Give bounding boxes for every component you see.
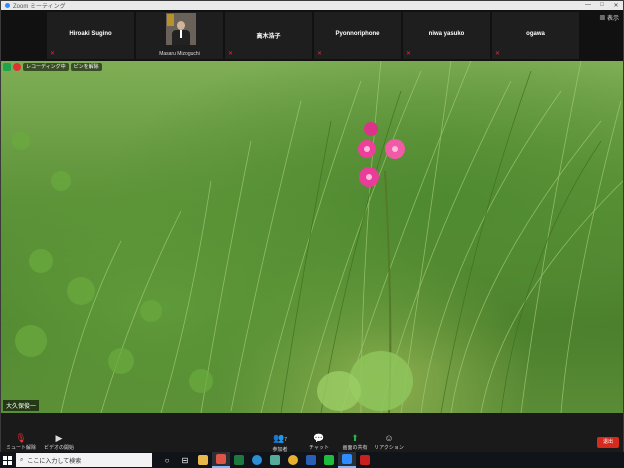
reactions-button[interactable]: ☺ リアクション (369, 433, 409, 451)
file-explorer-icon[interactable] (194, 452, 212, 468)
participant-tile[interactable]: 高木浩子 ✕ (225, 12, 312, 59)
meeting-toolbar: 🎙 ミュート解除 ▶ ビデオの開始 👥7 参加者 💬 チャット ⬆ 画面の共有 … (1, 413, 623, 453)
participant-tile[interactable]: niwa yasuko ✕ (403, 12, 490, 59)
recording-status: レコーディング中 (23, 63, 69, 71)
participant-name: Pyonnoriphone (335, 31, 380, 37)
chat-icon: 💬 (313, 433, 325, 443)
zoom-taskbar-icon[interactable] (338, 452, 356, 468)
video-off-icon: ▶ (55, 433, 63, 443)
leave-button[interactable]: 退出 (597, 437, 619, 448)
muted-mic-icon: ✕ (228, 51, 234, 57)
chat-button[interactable]: 💬 チャット (299, 433, 339, 451)
start-button[interactable] (0, 452, 14, 468)
participant-tile[interactable]: Hiroaki Sugino ✕ (47, 12, 134, 59)
muted-mic-icon: ✕ (50, 51, 56, 57)
minimize-button[interactable]: — (581, 2, 595, 9)
close-button[interactable]: ✕ (609, 2, 623, 9)
acrobat-icon[interactable] (356, 452, 374, 468)
chrome-icon[interactable] (284, 452, 302, 468)
muted-mic-icon: ✕ (317, 51, 323, 57)
participant-tile[interactable]: Masaru Mizoguchi (136, 12, 223, 59)
muted-mic-icon: 🎙 (15, 433, 27, 443)
taskbar-search[interactable]: ⌕ ここに入力して検索 (16, 453, 152, 467)
unmute-button[interactable]: 🎙 ミュート解除 (1, 433, 41, 451)
smiley-icon: ☺ (384, 433, 394, 443)
unpin-button[interactable]: ピンを解除 (70, 63, 102, 71)
participant-name: niwa yasuko (428, 31, 465, 37)
grass-scene (12, 61, 623, 413)
title-bar: Zoom ミーティング — □ ✕ (1, 1, 623, 10)
maximize-button[interactable]: □ (595, 2, 609, 9)
participant-name: Hiroaki Sugino (69, 31, 112, 37)
participant-tile[interactable]: ogawa ✕ (492, 12, 579, 59)
muted-mic-icon: ✕ (406, 51, 412, 57)
window-title: Zoom ミーティング (13, 4, 66, 10)
participant-name: Masaru Mizoguchi (159, 51, 200, 57)
task-view-icon[interactable]: ○ (158, 452, 176, 468)
line-icon[interactable] (320, 452, 338, 468)
app-icon[interactable] (266, 452, 284, 468)
participant-tile[interactable]: Pyonnoriphone ✕ (314, 12, 401, 59)
record-icon (13, 63, 21, 71)
participants-button[interactable]: 👥7 参加者 (260, 433, 300, 453)
speaker-name: 大久保俊一 (3, 400, 40, 411)
main-video: レコーディング中 ピンを解除 大久保俊一 (1, 61, 623, 413)
participant-photo (166, 13, 196, 45)
shield-icon (3, 63, 11, 71)
participant-name: 高木浩子 (256, 34, 281, 40)
zoom-logo-icon (5, 3, 10, 8)
search-icon: ⌕ (20, 456, 24, 463)
pink-flowers (358, 122, 405, 187)
word-icon[interactable] (302, 452, 320, 468)
excel-icon[interactable] (230, 452, 248, 468)
windows-taskbar: ⌕ ここに入力して検索 ○ ⊟ (0, 452, 624, 468)
participant-strip: Hiroaki Sugino ✕ Masaru Mizoguchi 高木浩子 ✕… (1, 10, 623, 61)
video-status-bar: レコーディング中 ピンを解除 (3, 63, 102, 71)
muted-mic-icon: ✕ (495, 51, 501, 57)
participant-name: ogawa (526, 31, 545, 37)
photo-app-icon[interactable] (212, 452, 230, 468)
people-icon: 👥7 (273, 433, 287, 443)
view-button[interactable]: ▦ 表示 (599, 13, 619, 22)
start-video-button[interactable]: ▶ ビデオの開始 (39, 433, 79, 451)
edge-icon[interactable] (248, 452, 266, 468)
task-view-icon[interactable]: ⊟ (176, 452, 194, 468)
zoom-window: Zoom ミーティング — □ ✕ Hiroaki Sugino ✕ Masar… (0, 0, 624, 453)
